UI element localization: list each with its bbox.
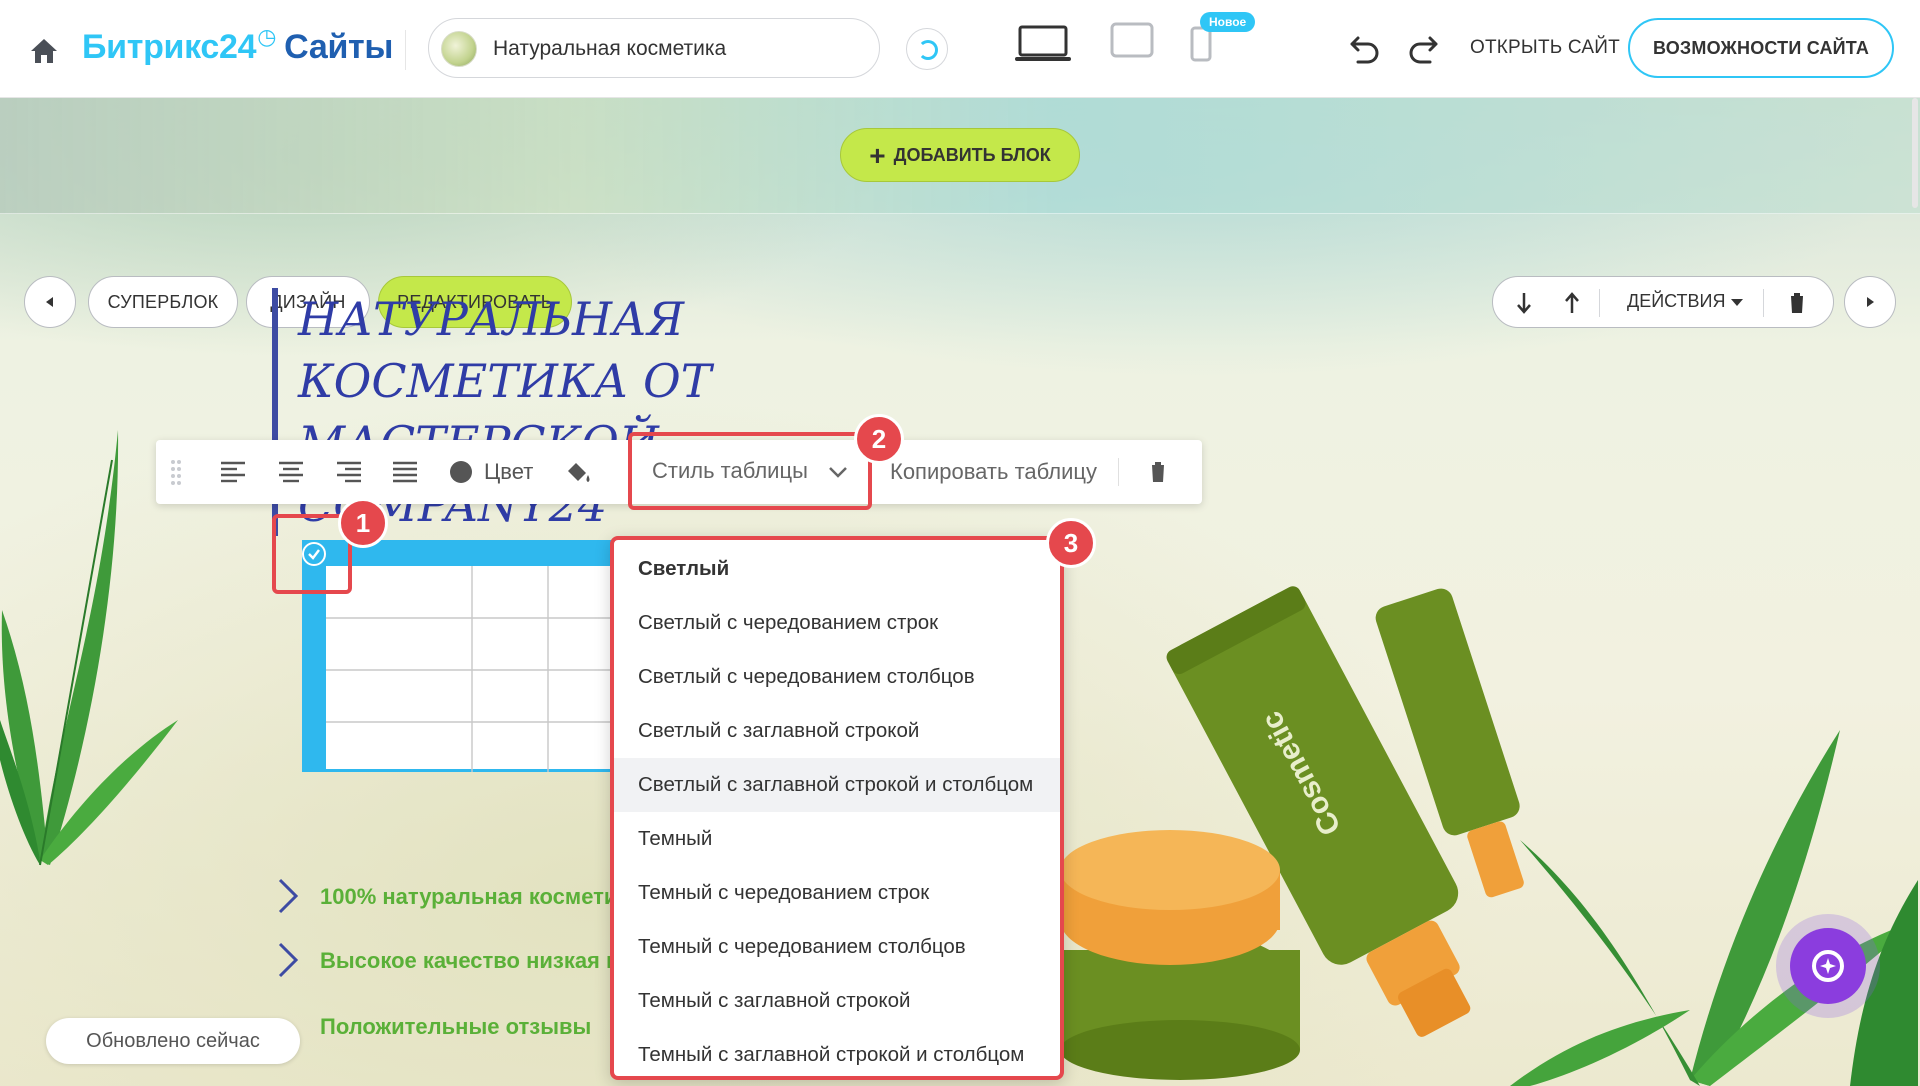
caret-left-icon xyxy=(46,297,53,307)
chevron-down-icon xyxy=(1731,299,1743,306)
sync-loader-icon xyxy=(906,28,948,70)
copy-table-button[interactable]: Копировать таблицу xyxy=(890,440,1097,504)
table-style-button[interactable]: Стиль таблицы xyxy=(628,432,872,510)
align-justify-icon[interactable] xyxy=(392,440,418,504)
color-label: Цвет xyxy=(484,459,534,484)
style-option[interactable]: Темный с заглавной строкой xyxy=(614,974,1060,1028)
superblock-button[interactable]: СУПЕРБЛОК xyxy=(88,276,238,328)
plus-icon: + xyxy=(869,140,886,171)
align-left-icon[interactable] xyxy=(220,440,246,504)
site-features-button[interactable]: ВОЗМОЖНОСТИ САЙТА xyxy=(1628,18,1894,78)
cosmetic-products-image: Cosmetic xyxy=(1060,586,1524,1080)
trash-icon[interactable] xyxy=(1787,291,1807,315)
style-option[interactable]: Светлый с чередованием строк xyxy=(614,596,1060,650)
redo-icon[interactable] xyxy=(1406,32,1440,64)
step-badge-1: 1 xyxy=(338,498,388,548)
block-next-button[interactable] xyxy=(1844,276,1896,328)
copilot-icon xyxy=(1812,950,1844,982)
desktop-view-icon[interactable] xyxy=(1014,24,1072,64)
site-thumbnail xyxy=(441,31,477,67)
style-option[interactable]: Темный с чередованием столбцов xyxy=(614,920,1060,974)
add-block-label: ДОБАВИТЬ БЛОК xyxy=(893,145,1051,165)
color-dot-icon xyxy=(450,461,472,483)
table-style-dropdown: Светлый Светлый с чередованием строк Све… xyxy=(610,536,1064,1080)
chevron-right-icon xyxy=(278,942,299,978)
block-prev-button[interactable] xyxy=(24,276,76,328)
saved-status: Обновлено сейчас xyxy=(46,1018,300,1064)
hemp-leaf-left-image xyxy=(0,430,178,866)
style-option[interactable]: Темный с заглавной строкой и столбцом xyxy=(614,1028,1060,1082)
table-select-checkbox-icon[interactable] xyxy=(302,542,326,566)
step-badge-2: 2 xyxy=(854,414,904,464)
open-site-link[interactable]: ОТКРЫТЬ САЙТ xyxy=(1470,37,1620,59)
brand-clock-icon: ◷ xyxy=(257,24,277,49)
table-style-label: Стиль таблицы xyxy=(652,458,808,483)
style-option[interactable]: Светлый с чередованием столбцов xyxy=(614,650,1060,704)
brand-sub: Сайты xyxy=(284,28,394,66)
style-option[interactable]: Светлый xyxy=(614,542,1060,596)
add-block-button[interactable]: + ДОБАВИТЬ БЛОК xyxy=(840,128,1080,182)
text-color-button[interactable]: Цвет xyxy=(450,440,533,504)
new-badge: Новое xyxy=(1200,12,1256,32)
drag-handle-icon[interactable] xyxy=(170,440,182,504)
heading-line-1: НАТУРАЛЬНАЯ КОСМЕТИКА ОТ xyxy=(298,292,712,408)
brand-logo[interactable]: Битрикс24◷ Сайты xyxy=(82,24,394,67)
tablet-view-icon[interactable] xyxy=(1110,22,1154,58)
align-right-icon[interactable] xyxy=(336,440,362,504)
style-option[interactable]: Темный xyxy=(614,812,1060,866)
bullet-item-3: Положительные отзывы xyxy=(320,1014,592,1039)
move-down-icon[interactable] xyxy=(1515,291,1533,315)
home-icon[interactable] xyxy=(28,36,60,66)
move-up-icon[interactable] xyxy=(1563,291,1581,315)
style-option[interactable]: Светлый с заглавной строкой xyxy=(614,704,1060,758)
copilot-button[interactable] xyxy=(1776,914,1880,1018)
top-bar: Битрикс24◷ Сайты Натуральная косметика Но… xyxy=(0,0,1920,98)
undo-icon[interactable] xyxy=(1348,32,1382,64)
block-actions-group: ДЕЙСТВИЯ xyxy=(1492,276,1834,328)
bullet-item-2: Высокое качество низкая ц xyxy=(320,948,620,973)
site-selector[interactable]: Натуральная косметика xyxy=(428,18,880,78)
site-name: Натуральная косметика xyxy=(493,37,727,60)
align-center-icon[interactable] xyxy=(278,440,304,504)
brand-main: Битрикс24 xyxy=(82,28,257,66)
caret-right-icon xyxy=(1867,297,1874,307)
chevron-right-icon xyxy=(278,878,299,914)
style-option[interactable]: Темный с чередованием строк xyxy=(614,866,1060,920)
step-badge-3: 3 xyxy=(1046,518,1096,568)
divider xyxy=(405,30,406,70)
actions-menu-label[interactable]: ДЕЙСТВИЯ xyxy=(1627,291,1725,312)
bullet-item-1: 100% натуральная космети xyxy=(320,884,618,909)
chevron-down-icon xyxy=(829,467,847,478)
delete-table-icon[interactable] xyxy=(1148,440,1168,504)
toolbar-divider xyxy=(1118,458,1119,486)
scrollbar[interactable] xyxy=(1912,98,1918,208)
fill-bucket-icon[interactable] xyxy=(564,440,592,504)
style-option[interactable]: Светлый с заглавной строкой и столбцом xyxy=(614,758,1060,812)
